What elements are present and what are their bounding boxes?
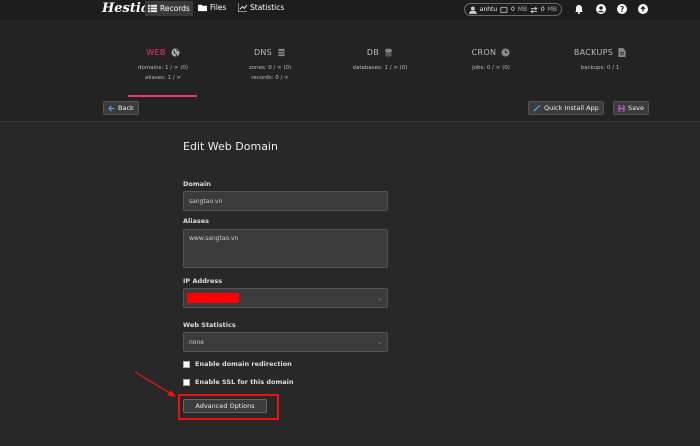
- redacted-ip: [187, 293, 239, 303]
- tab-web-label: WEB: [146, 48, 166, 57]
- toolbar: Back Quick Install App Save: [0, 98, 700, 122]
- svg-text:?: ?: [620, 5, 624, 14]
- disk-icon: [500, 6, 508, 13]
- chevron-down-icon: ⌄: [376, 294, 382, 302]
- back-label: Back: [118, 104, 134, 112]
- list-icon: [148, 4, 157, 13]
- annotation-highlight-box: [178, 394, 279, 420]
- quick-install-label: Quick Install App: [544, 104, 599, 112]
- save-icon: [618, 104, 625, 112]
- user-panel[interactable]: anhtu 0 MB 0 MB: [464, 3, 562, 16]
- tab-dns[interactable]: DNS zones: 0 / ∞ (0) records: 0 / ∞: [220, 40, 320, 83]
- back-button[interactable]: Back: [103, 101, 139, 115]
- web-statistics-value: none: [189, 338, 204, 346]
- user-icon: [469, 6, 477, 14]
- save-button[interactable]: Save: [613, 101, 649, 115]
- bandwidth-value: 0: [540, 6, 545, 13]
- web-statistics-select[interactable]: none ⌄: [183, 332, 388, 352]
- tab-web[interactable]: WEB domains: 1 / ∞ (0) aliases: 1 / ∞: [113, 40, 213, 83]
- ssl-option[interactable]: Enable SSL for this domain: [183, 378, 293, 386]
- database-icon: [278, 48, 285, 57]
- nav-records[interactable]: Records: [145, 1, 193, 16]
- file-icon: [618, 48, 626, 57]
- domain-label: Domain: [183, 180, 211, 188]
- aliases-textarea[interactable]: www.sangtao.vn: [183, 229, 388, 268]
- chart-icon: [238, 3, 247, 12]
- bell-icon[interactable]: [574, 4, 584, 14]
- tab-cron-label: CRON: [471, 48, 497, 57]
- save-label: Save: [628, 104, 644, 112]
- arrow-left-icon: [108, 105, 115, 111]
- tab-web-stat-aliases: aliases: 1 / ∞: [145, 75, 181, 81]
- annotation-arrow-icon: [134, 371, 176, 397]
- ssl-checkbox-label: Enable SSL for this domain: [195, 378, 294, 386]
- tab-web-stat-domains: domains: 1 / ∞ (0): [137, 65, 189, 71]
- database-icon: [385, 48, 393, 57]
- disk-unit: MB: [517, 6, 528, 13]
- section-tabs: WEB domains: 1 / ∞ (0) aliases: 1 / ∞ DN…: [0, 20, 700, 98]
- tab-dns-label: DNS: [253, 48, 273, 57]
- tab-backups-stat-backups: backups: 0 / 1: [580, 65, 620, 71]
- redirect-checkbox[interactable]: [183, 360, 190, 368]
- tab-db-stat-databases: databases: 1 / ∞ (0): [352, 65, 408, 71]
- quick-install-button[interactable]: Quick Install App: [528, 101, 604, 115]
- account-icon[interactable]: [596, 4, 606, 14]
- web-statistics-label: Web Statistics: [183, 321, 236, 329]
- ip-address-select[interactable]: ⌄: [183, 288, 388, 308]
- folder-icon: [198, 4, 207, 12]
- nav-files-label: Files: [210, 3, 227, 12]
- aliases-value: www.sangtao.vn: [189, 235, 239, 242]
- tab-dns-stat-records: records: 0 / ∞: [251, 75, 289, 81]
- user-name: anhtu: [479, 6, 498, 13]
- logout-icon[interactable]: [638, 4, 648, 14]
- active-tab-indicator: [128, 95, 197, 97]
- ip-address-label: IP Address: [183, 277, 223, 285]
- globe-icon: [171, 48, 180, 57]
- tab-cron-stat-jobs: jobs: 0 / ∞ (0): [472, 65, 510, 71]
- tab-db[interactable]: DB databases: 1 / ∞ (0): [330, 40, 430, 73]
- tab-backups[interactable]: BACKUPS backups: 0 / 1: [550, 40, 650, 73]
- nav-statistics-label: Statistics: [250, 3, 285, 12]
- nav-records-label: Records: [160, 4, 190, 13]
- redirect-checkbox-label: Enable domain redirection: [195, 360, 292, 368]
- transfer-icon: [530, 6, 538, 13]
- magic-wand-icon: [533, 104, 541, 112]
- hestia-logo[interactable]: Hestia: [102, 1, 149, 16]
- chevron-down-icon: ⌄: [376, 338, 382, 346]
- top-bar: Hestia Records Files Statistics anhtu 0 …: [0, 0, 700, 20]
- tab-db-label: DB: [366, 48, 380, 57]
- help-icon[interactable]: ?: [617, 4, 627, 14]
- disk-value: 0: [510, 6, 515, 13]
- nav-statistics[interactable]: Statistics: [238, 3, 284, 12]
- tab-backups-label: BACKUPS: [573, 48, 614, 57]
- domain-value: sangtao.vn: [189, 197, 223, 205]
- redirect-option[interactable]: Enable domain redirection: [183, 360, 292, 368]
- page-title: Edit Web Domain: [183, 140, 278, 153]
- clock-icon: [501, 48, 510, 57]
- bandwidth-unit: MB: [547, 6, 557, 13]
- tab-dns-stat-zones: zones: 0 / ∞ (0): [248, 65, 292, 71]
- domain-input[interactable]: sangtao.vn: [183, 191, 388, 211]
- ssl-checkbox[interactable]: [183, 378, 190, 386]
- aliases-label: Aliases: [183, 217, 210, 225]
- tab-cron[interactable]: CRON jobs: 0 / ∞ (0): [441, 40, 541, 73]
- nav-files[interactable]: Files: [198, 3, 226, 12]
